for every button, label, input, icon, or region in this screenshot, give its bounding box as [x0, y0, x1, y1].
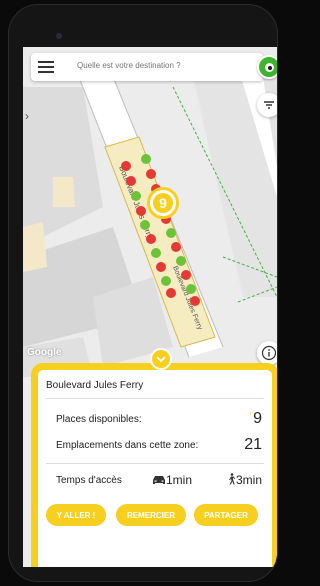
zone-row: Emplacements dans cette zone: 21: [56, 436, 262, 453]
car-icon: [153, 476, 165, 484]
parking-spot-available: [131, 191, 141, 201]
chevron-down-icon: [156, 355, 166, 362]
parking-spot-available: [166, 228, 176, 238]
walk-icon: [229, 473, 236, 485]
cluster-count: 9: [153, 193, 173, 213]
parking-spot-occupied: [126, 176, 136, 186]
filter-icon: [264, 101, 274, 109]
share-button[interactable]: PARTAGER: [194, 504, 258, 526]
chevron-left-icon[interactable]: ›: [25, 109, 29, 123]
collapse-panel-button[interactable]: [150, 348, 172, 370]
zone-value: 21: [244, 436, 262, 453]
available-value-wrap: ◜9: [250, 410, 262, 428]
phone-frame: Boulevard Jules Ferry Boulevard Jules Fe…: [8, 4, 278, 582]
parking-spot-available: [141, 154, 151, 164]
info-icon: [261, 345, 277, 361]
menu-icon[interactable]: [38, 60, 54, 74]
parking-spot-occupied: [190, 296, 200, 306]
car-time-value: 1min: [166, 473, 193, 487]
divider: [46, 463, 264, 464]
parking-spot-available: [161, 276, 171, 286]
filter-button[interactable]: [257, 93, 277, 117]
search-input[interactable]: [77, 61, 247, 70]
camera-icon: [56, 33, 62, 39]
walk-time-value: 3min: [236, 473, 263, 487]
access-label: Temps d'accès: [56, 475, 122, 486]
spot-details-panel: Boulevard Jules Ferry Places disponibles…: [31, 363, 277, 567]
parking-spot-occupied: [166, 288, 176, 298]
zone-label: Emplacements dans cette zone:: [56, 440, 199, 451]
search-bar[interactable]: [31, 53, 263, 81]
parking-spot-occupied: [136, 206, 146, 216]
google-attribution: Google: [27, 347, 62, 358]
parking-spot-occupied: [121, 161, 131, 171]
parking-spot-available: [151, 248, 161, 258]
street-name: Boulevard Jules Ferry: [46, 380, 144, 391]
parking-spot-available: [176, 256, 186, 266]
info-button[interactable]: [257, 341, 277, 365]
cluster-marker[interactable]: 9: [147, 187, 179, 219]
parking-spot-available: [140, 220, 150, 230]
parking-spot-occupied: [146, 234, 156, 244]
available-row: Places disponibles: ◜9: [56, 410, 262, 427]
access-row: Temps d'accès 1min 3min: [56, 473, 262, 487]
parking-spot-occupied: [181, 270, 191, 280]
app-screen: Boulevard Jules Ferry Boulevard Jules Fe…: [23, 47, 277, 567]
walk-time: 3min: [226, 473, 262, 487]
thanks-button[interactable]: REMERCIER: [116, 504, 186, 526]
app-logo-icon[interactable]: [257, 55, 277, 79]
map-view[interactable]: Boulevard Jules Ferry Boulevard Jules Fe…: [23, 47, 277, 377]
available-value: 9: [253, 410, 262, 427]
parking-spot-occupied: [171, 242, 181, 252]
go-button[interactable]: Y ALLER !: [46, 504, 106, 526]
car-time: 1min: [152, 473, 192, 487]
divider: [46, 398, 264, 399]
available-label: Places disponibles:: [56, 414, 142, 425]
parking-spot-occupied: [156, 262, 166, 272]
parking-spot-available: [186, 284, 196, 294]
parking-spot-occupied: [146, 169, 156, 179]
